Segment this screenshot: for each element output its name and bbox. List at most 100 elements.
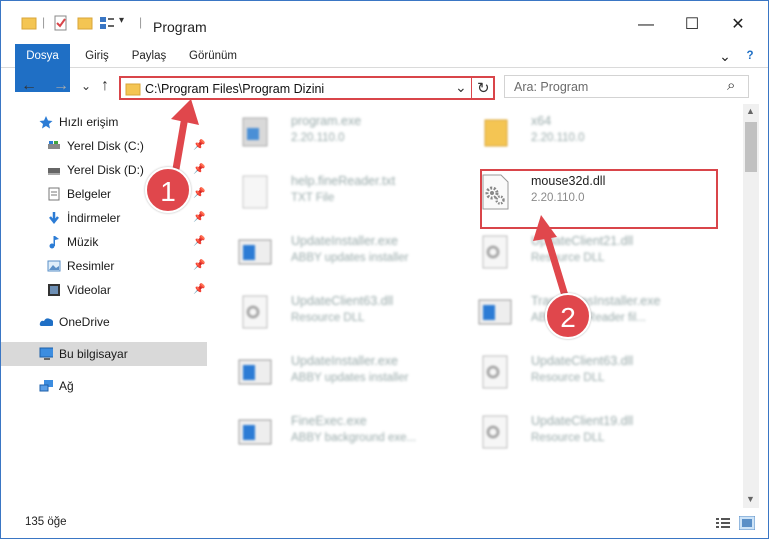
dll-icon [482, 415, 508, 449]
pin-icon[interactable]: 📌 [193, 164, 205, 175]
file-item[interactable]: FineExec.exe ABBY background exe... [213, 406, 443, 454]
qa-dropdown-icon[interactable]: ▾ [119, 15, 124, 31]
file-version: Resource DLL [531, 432, 605, 444]
file-item[interactable]: UpdateClient19.dll Resource DLL [453, 406, 683, 454]
file-name: UpdateInstaller.exe [291, 234, 399, 248]
sidebar-item-label: Ağ [59, 379, 74, 393]
sidebar-item-label: Hızlı erişim [59, 115, 119, 129]
sidebar-item-label: Müzik [67, 235, 99, 249]
details-view-icon[interactable] [715, 516, 731, 530]
file-item[interactable]: UpdateClient63.dll Resource DLL [453, 346, 683, 394]
file-version: ABBY updates installer [291, 372, 409, 384]
pin-icon[interactable]: 📌 [193, 260, 205, 271]
file-item[interactable]: program.exe 2.20.110.0 [213, 106, 443, 154]
help-icon[interactable]: ? [741, 44, 759, 68]
search-icon[interactable]: ⌕ [727, 77, 735, 94]
dll-icon [242, 295, 268, 329]
address-dropdown-icon[interactable]: ⌄ [455, 79, 467, 96]
title-separator: | [139, 15, 143, 29]
folder-icon[interactable] [21, 15, 37, 31]
dll-icon [482, 355, 508, 389]
file-version: Resource DLL [531, 372, 605, 384]
file-item[interactable]: x64 2.20.110.0 [453, 106, 683, 154]
sidebar-item-label: Belgeler [67, 187, 112, 201]
navigation-bar: ← → ⌄ ↑ C:\Program Files\Program Dizini … [1, 69, 768, 103]
drive-icon [48, 141, 60, 149]
recent-locations-icon[interactable]: ⌄ [81, 79, 91, 93]
pin-icon[interactable]: 📌 [193, 212, 205, 223]
address-divider [471, 76, 472, 100]
search-input[interactable]: Ara: Program [514, 80, 588, 94]
tab-giris[interactable]: Giriş [77, 44, 117, 68]
item-count: 135 öğe [25, 516, 67, 528]
status-bar: 135 öğe [1, 508, 768, 538]
file-version: 2.20.110.0 [291, 132, 345, 144]
file-list: program.exe 2.20.110.0 x64 2.20.110.0 he… [213, 104, 743, 508]
title-bar: | ▾ | Program — ☐ ✕ [1, 1, 768, 41]
tab-paylas[interactable]: Paylaş [127, 44, 171, 68]
file-name: FineExec.exe [291, 414, 367, 428]
back-arrow-icon[interactable]: ← [21, 77, 37, 95]
file-version: Resource DLL [291, 312, 365, 324]
view-menu-icon[interactable] [99, 15, 115, 31]
search-box[interactable]: Ara: Program ⌕ [504, 75, 749, 98]
file-name: UpdateClient63.dll [291, 294, 394, 308]
pin-icon[interactable]: 📌 [193, 284, 205, 295]
sidebar-item-label: İndirmeler [67, 211, 121, 225]
file-item[interactable]: UpdateInstaller.exe ABBY updates install… [213, 226, 443, 274]
up-arrow-icon[interactable]: ↑ [101, 77, 109, 95]
sidebar-item-label: Videolar [67, 283, 111, 297]
address-bar[interactable]: C:\Program Files\Program Dizini ⌄ ↻ [119, 76, 495, 100]
file-item[interactable]: UpdateInstaller.exe ABBY updates install… [213, 346, 443, 394]
computer-icon [39, 347, 53, 360]
step-2-badge: 2 [545, 293, 591, 339]
forward-arrow-icon[interactable]: → [53, 77, 69, 95]
drive-icon [48, 168, 60, 175]
file-name: program.exe [291, 114, 362, 128]
sidebar-item-videos[interactable]: Videolar 📌 [1, 278, 207, 302]
window-icon [478, 299, 512, 325]
maximize-button[interactable]: ☐ [669, 13, 715, 37]
pin-icon[interactable]: 📌 [193, 140, 205, 151]
ribbon-expand-icon[interactable]: ⌄ [717, 44, 733, 68]
sidebar-item-quick-access[interactable]: Hızlı erişim [1, 110, 207, 134]
file-item[interactable]: UpdateClient21.dll Resource DLL [453, 226, 683, 274]
file-name: UpdateClient21.dll [531, 234, 634, 248]
refresh-icon[interactable]: ↻ [477, 79, 490, 97]
qa-separator: | [42, 15, 46, 29]
scroll-down-icon[interactable]: ▼ [746, 494, 755, 504]
folder-icon [484, 119, 508, 147]
ribbon-tabs: Dosya Giriş Paylaş Görünüm ⌄ ? [1, 44, 768, 92]
pin-icon[interactable]: 📌 [193, 236, 205, 247]
scrollbar-thumb[interactable] [745, 122, 757, 172]
txt-icon [242, 175, 268, 209]
dll-icon [482, 235, 508, 269]
selection-highlight-box [480, 169, 718, 229]
sidebar-item-music[interactable]: Müzik 📌 [1, 230, 207, 254]
sidebar-item-local-disk-c[interactable]: Yerel Disk (C:) 📌 [1, 134, 207, 158]
minimize-button[interactable]: — [623, 13, 669, 37]
sidebar-item-pictures[interactable]: Resimler 📌 [1, 254, 207, 278]
vertical-scrollbar[interactable]: ▲ ▼ [743, 104, 759, 508]
sidebar-item-label: Yerel Disk (C:) [67, 139, 144, 153]
scroll-up-icon[interactable]: ▲ [746, 106, 755, 116]
file-version: ABBY background exe... [291, 432, 417, 444]
sidebar-item-onedrive[interactable]: OneDrive [1, 310, 207, 334]
tab-gorunum[interactable]: Görünüm [185, 44, 241, 68]
new-folder-icon[interactable] [77, 15, 93, 31]
large-icons-view-icon[interactable] [739, 516, 755, 530]
window-icon [238, 239, 272, 265]
sidebar-item-label: OneDrive [59, 315, 110, 329]
file-explorer-window: | ▾ | Program — ☐ ✕ Dosya Giriş Paylaş G… [0, 0, 769, 539]
folder-icon [125, 83, 141, 96]
star-icon [39, 116, 53, 129]
document-icon [48, 187, 60, 201]
pin-icon[interactable]: 📌 [193, 188, 205, 199]
sidebar-item-this-pc[interactable]: Bu bilgisayar [1, 342, 207, 366]
properties-icon[interactable] [53, 15, 69, 31]
file-item[interactable]: help.fineReader.txt TXT File [213, 166, 443, 214]
close-button[interactable]: ✕ [715, 13, 761, 37]
file-item[interactable]: UpdateClient63.dll Resource DLL [213, 286, 443, 334]
sidebar-item-network[interactable]: Ağ [1, 374, 207, 398]
window-icon [238, 359, 272, 385]
